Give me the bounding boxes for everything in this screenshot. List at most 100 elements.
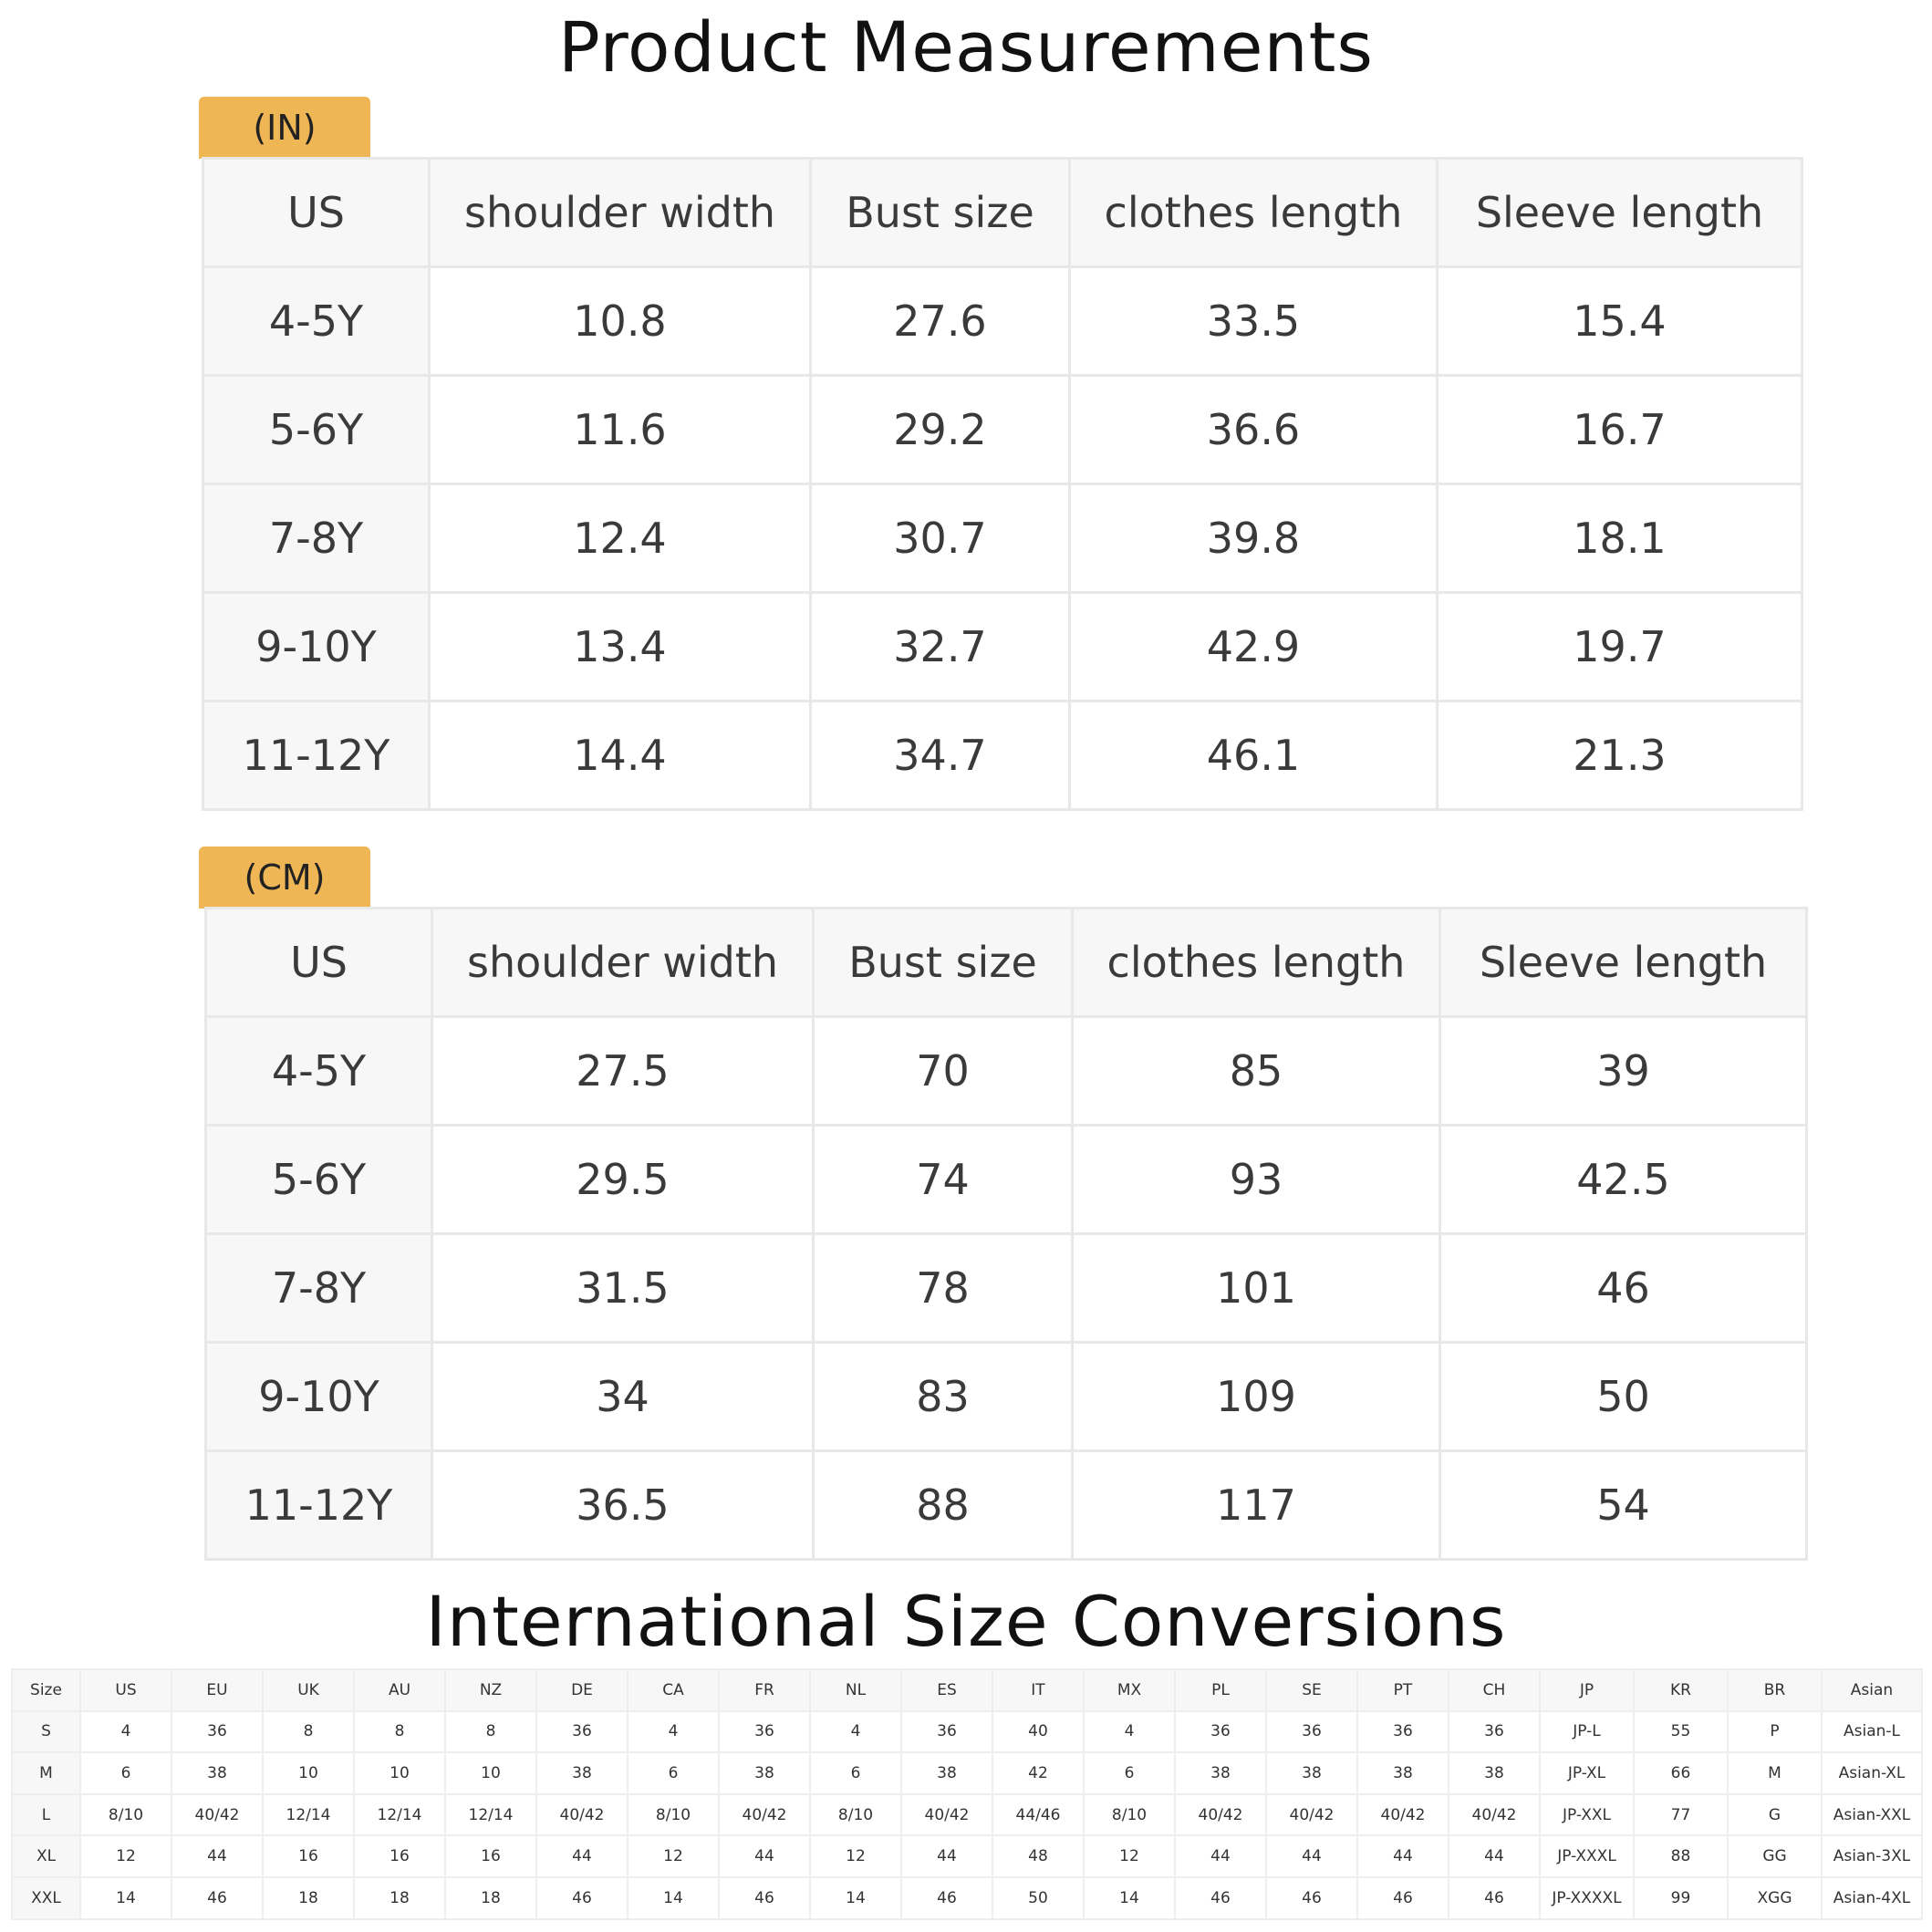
value-cell: 16.7 (1436, 374, 1803, 485)
value-cell: 12 (809, 1834, 902, 1878)
value-cell: 15.4 (1436, 265, 1803, 377)
size-cell: 7-8Y (204, 1232, 433, 1344)
size-cell: XL (11, 1834, 81, 1878)
value-cell: 44 (900, 1834, 993, 1878)
value-cell: 50 (1439, 1341, 1808, 1452)
value-cell: 46 (1356, 1875, 1449, 1920)
column-header: IT (992, 1668, 1085, 1712)
value-cell: Asian-4XL (1821, 1875, 1923, 1920)
product-measurements-title: Product Measurements (557, 6, 1375, 88)
table-row: 11-12Y 14.4 34.7 46.1 21.3 (202, 700, 1803, 811)
size-cell: 9-10Y (202, 591, 431, 702)
value-cell: 6 (809, 1751, 902, 1795)
value-cell: 12/14 (444, 1792, 537, 1837)
size-cell: 11-12Y (204, 1449, 433, 1561)
column-header: shoulder width (428, 157, 812, 268)
value-cell: 36 (1174, 1709, 1267, 1754)
value-cell: 8/10 (79, 1792, 172, 1837)
column-header: AU (353, 1668, 446, 1712)
value-cell: 55 (1633, 1709, 1729, 1754)
value-cell: 46.1 (1068, 700, 1439, 811)
value-cell: 46 (718, 1875, 811, 1920)
value-cell: 31.5 (431, 1232, 815, 1344)
table-header-row: US shoulder width Bust size clothes leng… (204, 907, 1808, 1018)
value-cell: 38 (1356, 1751, 1449, 1795)
size-cell: L (11, 1792, 81, 1837)
size-cell: 5-6Y (204, 1124, 433, 1235)
size-cell: 9-10Y (204, 1341, 433, 1452)
value-cell: XGG (1727, 1875, 1823, 1920)
value-cell: 77 (1633, 1792, 1729, 1837)
value-cell: 44 (1356, 1834, 1449, 1878)
column-header: US (202, 157, 431, 268)
column-header: JP (1539, 1668, 1635, 1712)
value-cell: 36.5 (431, 1449, 815, 1561)
value-cell: 44/46 (992, 1792, 1085, 1837)
value-cell: 10 (444, 1751, 537, 1795)
inch-measurements-table: US shoulder width Bust size clothes leng… (202, 157, 1803, 811)
value-cell: 44 (535, 1834, 628, 1878)
table-row: 5-6Y 29.5 74 93 42.5 (204, 1124, 1808, 1235)
value-cell: 4 (809, 1709, 902, 1754)
value-cell: Asian-3XL (1821, 1834, 1923, 1878)
value-cell: 36 (900, 1709, 993, 1754)
value-cell: 40/42 (718, 1792, 811, 1837)
value-cell: 32.7 (809, 591, 1071, 702)
value-cell: 38 (535, 1751, 628, 1795)
value-cell: P (1727, 1709, 1823, 1754)
column-header: NZ (444, 1668, 537, 1712)
value-cell: 14 (627, 1875, 720, 1920)
value-cell: 42.9 (1068, 591, 1439, 702)
table-row: 4-5Y 10.8 27.6 33.5 15.4 (202, 265, 1803, 377)
value-cell: 46 (171, 1875, 264, 1920)
value-cell: Asian-XL (1821, 1751, 1923, 1795)
value-cell: 40/42 (171, 1792, 264, 1837)
value-cell: 40/42 (1174, 1792, 1267, 1837)
value-cell: 6 (79, 1751, 172, 1795)
column-header: SE (1265, 1668, 1358, 1712)
value-cell: 40/42 (535, 1792, 628, 1837)
value-cell: 46 (535, 1875, 628, 1920)
value-cell: 83 (812, 1341, 1074, 1452)
column-header: Sleeve length (1436, 157, 1803, 268)
value-cell: 10.8 (428, 265, 812, 377)
column-header: PL (1174, 1668, 1267, 1712)
value-cell: 16 (262, 1834, 355, 1878)
column-header: clothes length (1068, 157, 1439, 268)
table-row: 4-5Y 27.5 70 85 39 (204, 1015, 1808, 1127)
value-cell: 99 (1633, 1875, 1729, 1920)
table-row: XL 12 44 16 16 16 44 12 44 12 44 48 12 44 44 44 44 JP-XXX… (11, 1834, 1923, 1878)
column-header: Bust size (809, 157, 1071, 268)
value-cell: 88 (812, 1449, 1074, 1561)
column-header: US (204, 907, 433, 1018)
value-cell: 8/10 (809, 1792, 902, 1837)
column-header: Asian (1821, 1668, 1923, 1712)
column-header: Bust size (812, 907, 1074, 1018)
column-header: clothes length (1071, 907, 1441, 1018)
value-cell: 85 (1071, 1015, 1441, 1127)
column-header: KR (1633, 1668, 1729, 1712)
value-cell: 8/10 (627, 1792, 720, 1837)
value-cell: 6 (1083, 1751, 1176, 1795)
value-cell: 40/42 (900, 1792, 993, 1837)
value-cell: 46 (1439, 1232, 1808, 1344)
value-cell: 18 (353, 1875, 446, 1920)
value-cell: 12 (1083, 1834, 1176, 1878)
value-cell: 36 (718, 1709, 811, 1754)
value-cell: 40 (992, 1709, 1085, 1754)
value-cell: 88 (1633, 1834, 1729, 1878)
value-cell: 46 (1448, 1875, 1541, 1920)
value-cell: JP-L (1539, 1709, 1635, 1754)
table-row: XXL 14 46 18 18 18 46 14 46 14 46 50 14 46 46 46 46 JP-XX… (11, 1875, 1923, 1920)
column-header: Size (11, 1668, 81, 1712)
table-header-row: US shoulder width Bust size clothes leng… (202, 157, 1803, 268)
value-cell: 4 (79, 1709, 172, 1754)
table-header-row: Size US EU UK AU NZ DE CA FR NL ES IT MX… (11, 1668, 1923, 1712)
value-cell: 36 (1448, 1709, 1541, 1754)
value-cell: M (1727, 1751, 1823, 1795)
cm-measurements-table: US shoulder width Bust size clothes leng… (204, 907, 1808, 1561)
value-cell: 8 (262, 1709, 355, 1754)
international-size-table: Size US EU UK AU NZ DE CA FR NL ES IT MX… (11, 1668, 1923, 1920)
table-row: 11-12Y 36.5 88 117 54 (204, 1449, 1808, 1561)
value-cell: 36 (171, 1709, 264, 1754)
